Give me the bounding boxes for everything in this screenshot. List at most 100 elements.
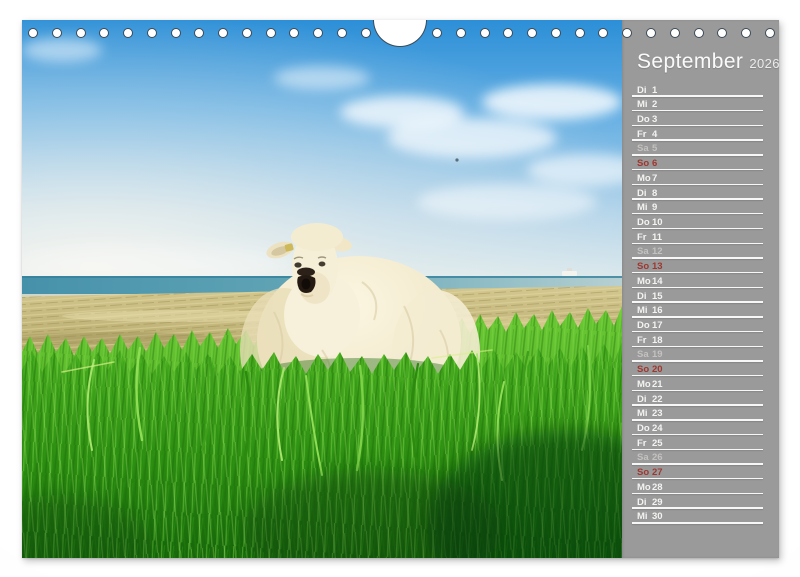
calendar-day-row: Mi 9 (632, 201, 763, 216)
day-abbr: Mo (637, 173, 651, 184)
day-abbr: Mi (637, 305, 648, 316)
binding-hole-icon (432, 28, 442, 38)
binding-hole-icon (503, 28, 513, 38)
calendar-day-row: Do 24 (632, 422, 763, 437)
binding-hole-icon (527, 28, 537, 38)
calendar-day-row: Sa 19 (632, 348, 763, 363)
calendar-day-row: Mi 30 (632, 510, 763, 525)
month-label: September (637, 50, 743, 73)
day-abbr: So (637, 261, 649, 272)
calendar-day-row: Di 29 (632, 495, 763, 510)
day-abbr: So (637, 158, 649, 169)
grass-foreground (22, 342, 622, 558)
binding-hole-icon (99, 28, 109, 38)
day-abbr: So (637, 364, 649, 375)
year-label: 2026 (749, 56, 780, 71)
day-abbr: Mo (637, 379, 651, 390)
binding-hole-icon (598, 28, 608, 38)
day-number: 7 (652, 173, 657, 184)
calendar-day-row: Sa 12 (632, 245, 763, 260)
calendar-day-row: Do 3 (632, 112, 763, 127)
day-number: 21 (652, 379, 663, 390)
day-number: 27 (652, 467, 663, 478)
day-abbr: Do (637, 114, 650, 125)
day-number: 26 (652, 452, 663, 463)
day-abbr: Fr (637, 232, 647, 243)
calendar-day-row: Fr 25 (632, 436, 763, 451)
day-abbr: Sa (637, 349, 649, 360)
day-abbr: Fr (637, 335, 647, 346)
calendar-day-row: Mi 16 (632, 304, 763, 319)
binding-hole-icon (171, 28, 181, 38)
day-number: 9 (652, 202, 657, 213)
day-number: 28 (652, 482, 663, 493)
binding-hole-icon (622, 28, 632, 38)
day-abbr: Do (637, 217, 650, 228)
binding-hole-icon (218, 28, 228, 38)
calendar-day-row: So 13 (632, 260, 763, 275)
day-number: 29 (652, 497, 663, 508)
day-abbr: Di (637, 291, 647, 302)
calendar-day-row: Sa 5 (632, 142, 763, 157)
sheep-meadow-illustration (22, 20, 622, 558)
day-number: 30 (652, 511, 663, 522)
day-list: Di 1 Mi 2 Do 3 Fr 4 Sa 5 So 6 Mo 7 Di 8 … (632, 83, 763, 525)
binding-hole-icon (717, 28, 727, 38)
binding-hole-icon (337, 28, 347, 38)
day-abbr: Di (637, 188, 647, 199)
binding-hole-icon (266, 28, 276, 38)
binding-hole-icon (765, 28, 775, 38)
binding-hole-icon (28, 28, 38, 38)
calendar-day-row: So 6 (632, 157, 763, 172)
day-abbr: Do (637, 423, 650, 434)
day-abbr: Mi (637, 202, 648, 213)
day-number: 16 (652, 305, 663, 316)
day-number: 17 (652, 320, 663, 331)
day-number: 18 (652, 335, 663, 346)
product-photo-stage: September 2026 Di 1 Mi 2 Do 3 Fr 4 Sa 5 S… (0, 0, 800, 577)
calendar-day-row: So 20 (632, 363, 763, 378)
binding-hole-icon (76, 28, 86, 38)
binding-hole-icon (670, 28, 680, 38)
bird-icon (455, 158, 458, 161)
day-number: 13 (652, 261, 663, 272)
day-number: 12 (652, 246, 663, 257)
day-number: 8 (652, 188, 657, 199)
binding-hole-icon (361, 28, 371, 38)
calendar-day-row: Mo 28 (632, 480, 763, 495)
month-title: September 2026 (637, 50, 780, 74)
binding-hole-icon (289, 28, 299, 38)
day-abbr: So (637, 467, 649, 478)
calendar-day-row: Do 10 (632, 215, 763, 230)
day-abbr: Di (637, 85, 647, 96)
day-number: 4 (652, 129, 657, 140)
day-abbr: Sa (637, 246, 649, 257)
day-abbr: Do (637, 320, 650, 331)
calendar-page: September 2026 Di 1 Mi 2 Do 3 Fr 4 Sa 5 S… (22, 20, 779, 558)
calendar-day-row: Di 8 (632, 186, 763, 201)
binding-hole-icon (456, 28, 466, 38)
binding-hole-icon (480, 28, 490, 38)
day-abbr: Sa (637, 452, 649, 463)
binding-hole-icon (551, 28, 561, 38)
binding-hole-icon (741, 28, 751, 38)
calendar-day-row: Mi 23 (632, 407, 763, 422)
calendar-sidebar: September 2026 Di 1 Mi 2 Do 3 Fr 4 Sa 5 S… (622, 20, 779, 558)
day-number: 19 (652, 349, 663, 360)
day-abbr: Mi (637, 511, 648, 522)
day-number: 25 (652, 438, 663, 449)
calendar-day-row: Mo 21 (632, 377, 763, 392)
day-abbr: Sa (637, 143, 649, 154)
day-number: 5 (652, 143, 657, 154)
day-abbr: Mi (637, 408, 648, 419)
calendar-day-row: Fr 4 (632, 127, 763, 142)
binding-hole-icon (242, 28, 252, 38)
day-number: 23 (652, 408, 663, 419)
calendar-day-row: Mi 2 (632, 98, 763, 113)
day-number: 15 (652, 291, 663, 302)
day-abbr: Fr (637, 129, 647, 140)
day-number: 2 (652, 99, 657, 110)
day-number: 22 (652, 394, 663, 405)
day-number: 1 (652, 85, 657, 96)
calendar-photo (22, 20, 622, 558)
